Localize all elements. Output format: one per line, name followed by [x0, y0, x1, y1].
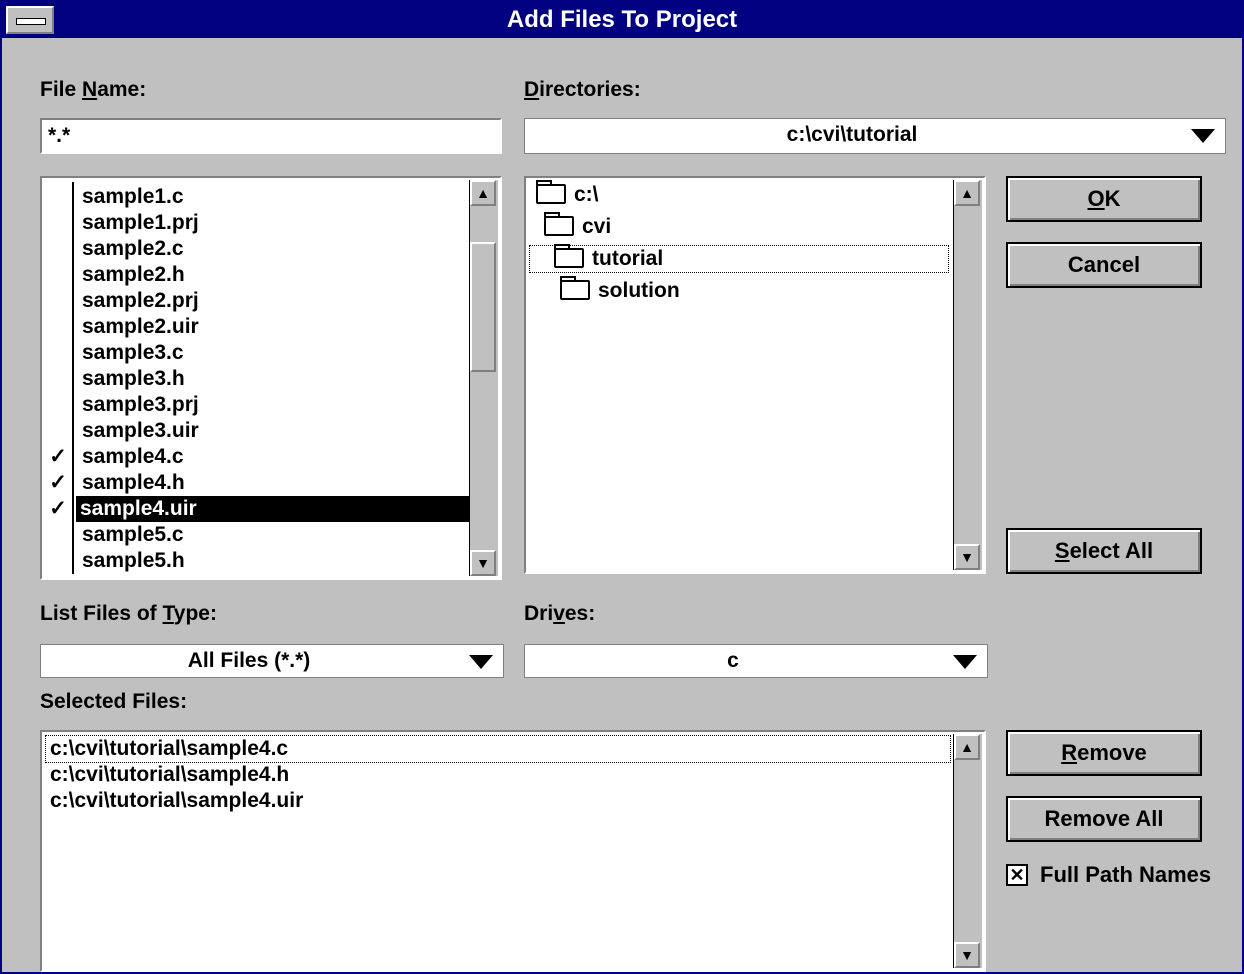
remove-all-button[interactable]: Remove All: [1006, 796, 1202, 842]
directories-combo[interactable]: c:\cvi\tutorial: [524, 118, 1226, 154]
chevron-down-icon[interactable]: [469, 655, 493, 669]
drives-value: c: [727, 649, 739, 672]
title-bar: Add Files To Project: [2, 2, 1242, 38]
file-list-item[interactable]: sample4.c: [78, 444, 188, 470]
dir-item-root[interactable]: c:\: [536, 180, 599, 208]
file-list-item[interactable]: sample1.c: [78, 184, 188, 210]
file-name-label: File Name:: [40, 78, 147, 101]
scroll-down-icon[interactable]: ▼: [470, 550, 496, 576]
file-name-input[interactable]: *.*: [40, 118, 502, 154]
file-list-divider: [72, 182, 74, 574]
scroll-down-icon[interactable]: ▼: [954, 942, 980, 968]
file-list-item[interactable]: sample3.h: [78, 366, 189, 392]
check-icon: ✓: [49, 445, 67, 468]
check-icon: ✓: [49, 471, 67, 494]
file-list-item[interactable]: sample5.c: [78, 522, 188, 548]
add-files-dialog: Add Files To Project File Name: *.* Dire…: [0, 0, 1244, 974]
file-type-combo[interactable]: All Files (*.*): [40, 644, 504, 678]
file-list-item[interactable]: sample4.h: [78, 470, 189, 496]
file-list-item[interactable]: sample2.c: [78, 236, 188, 262]
selected-file-item[interactable]: c:\cvi\tutorial\sample4.uir: [50, 788, 303, 814]
system-menu-button[interactable]: [6, 6, 54, 34]
file-type-label: List Files of Type:: [40, 602, 217, 625]
file-list-item[interactable]: sample3.uir: [78, 418, 203, 444]
directories-current: c:\cvi\tutorial: [786, 123, 918, 146]
file-list-item[interactable]: sample2.uir: [78, 314, 203, 340]
file-list-item[interactable]: sample3.prj: [78, 392, 203, 418]
chevron-down-icon[interactable]: [953, 655, 977, 669]
scroll-up-icon[interactable]: ▲: [954, 734, 980, 760]
dir-item-tutorial[interactable]: tutorial: [529, 244, 949, 273]
window-title: Add Files To Project: [506, 6, 738, 33]
folder-open-icon: [554, 244, 584, 268]
folder-open-icon: [536, 180, 566, 204]
file-list-item[interactable]: sample1.prj: [78, 210, 203, 236]
full-path-label: Full Path Names: [1040, 862, 1212, 887]
file-list-item[interactable]: sample2.h: [78, 262, 189, 288]
selected-files-scrollbar[interactable]: ▲ ▼: [953, 734, 982, 968]
remove-button[interactable]: Remove: [1006, 730, 1202, 776]
directory-scrollbar[interactable]: ▲ ▼: [953, 180, 982, 570]
selected-files-label: Selected Files:: [40, 690, 188, 713]
folder-closed-icon: [560, 276, 590, 300]
drives-label: Drives:: [524, 602, 596, 625]
scroll-down-icon[interactable]: ▼: [954, 544, 980, 570]
scroll-thumb[interactable]: [470, 242, 496, 372]
full-path-checkbox[interactable]: ✕: [1006, 864, 1028, 886]
chevron-down-icon[interactable]: [1191, 129, 1215, 143]
file-list[interactable]: sample1.c sample1.prj sample2.c sample2.h sa…: [40, 176, 502, 580]
scroll-up-icon[interactable]: ▲: [470, 180, 496, 206]
file-list-scrollbar[interactable]: ▲ ▼: [469, 180, 498, 576]
selected-file-item[interactable]: c:\cvi\tutorial\sample4.c: [45, 735, 951, 763]
directories-label: Directories:: [524, 78, 641, 101]
cancel-button[interactable]: Cancel: [1006, 242, 1202, 288]
selected-file-item[interactable]: c:\cvi\tutorial\sample4.h: [50, 762, 289, 788]
select-all-button[interactable]: Select All: [1006, 528, 1202, 574]
file-name-value: *.*: [48, 124, 71, 147]
dir-item-cvi[interactable]: cvi: [544, 212, 611, 240]
ok-button[interactable]: OK: [1006, 176, 1202, 222]
scroll-up-icon[interactable]: ▲: [954, 180, 980, 206]
file-list-item[interactable]: sample2.prj: [78, 288, 203, 314]
folder-open-icon: [544, 212, 574, 236]
selected-files-list[interactable]: c:\cvi\tutorial\sample4.c c:\cvi\tutoria…: [40, 730, 986, 972]
directory-tree[interactable]: c:\ cvi tutorial solution ▲ ▼: [524, 176, 986, 574]
file-list-item[interactable]: sample4.uir: [76, 496, 474, 522]
file-list-item[interactable]: sample5.h: [78, 548, 189, 574]
dir-item-solution[interactable]: solution: [560, 276, 680, 304]
drives-combo[interactable]: c: [524, 644, 988, 678]
file-list-item[interactable]: sample3.c: [78, 340, 188, 366]
check-icon: ✓: [49, 497, 67, 520]
file-type-value: All Files (*.*): [187, 649, 311, 672]
